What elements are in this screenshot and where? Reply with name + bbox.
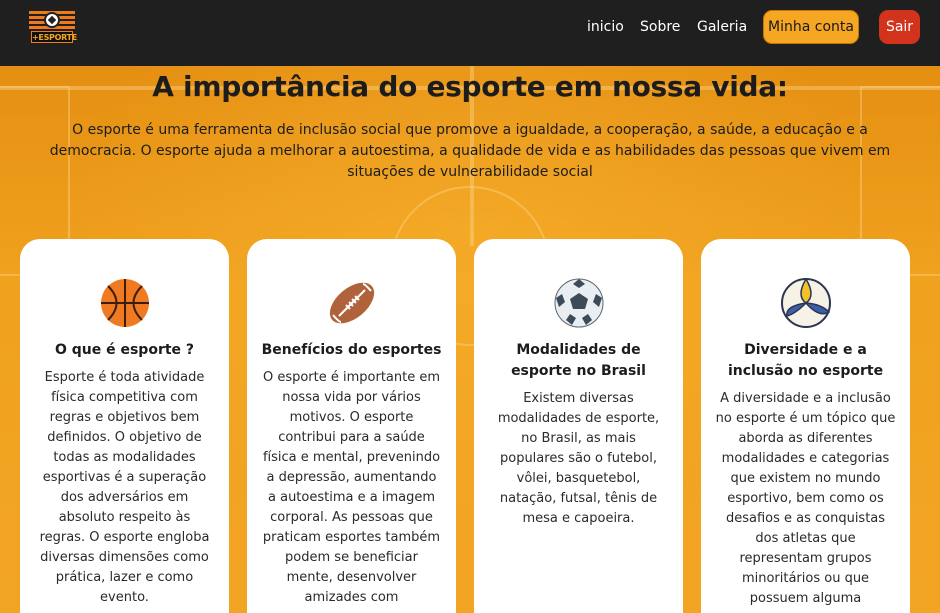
soccer-ball-icon bbox=[554, 278, 604, 328]
page-title: A importância do esporte em nossa vida: bbox=[152, 70, 788, 103]
card-title: Modalidades de esporte no Brasil bbox=[511, 342, 646, 379]
card-text: Esporte é toda atividade física competit… bbox=[39, 370, 210, 605]
site-logo[interactable]: +ESPORTE bbox=[29, 11, 77, 43]
nav-link-inicio[interactable]: inicio bbox=[587, 17, 624, 37]
account-button[interactable]: Minha conta bbox=[763, 10, 859, 44]
nav-link-sobre[interactable]: Sobre bbox=[640, 17, 680, 37]
american-football-icon bbox=[329, 282, 375, 324]
card-title: Diversidade e a inclusão no esporte bbox=[727, 342, 884, 379]
card-diversity-inclusion: Diversidade e a inclusão no esporte A di… bbox=[701, 239, 910, 613]
top-navbar: +ESPORTE inicio Sobre Galeria Minha cont… bbox=[0, 0, 940, 66]
intro-paragraph: O esporte é uma ferramenta de inclusão s… bbox=[49, 122, 891, 180]
card-title: Benefícios do esportes bbox=[261, 342, 442, 358]
soccer-ball-logo-icon bbox=[44, 12, 60, 28]
card-text: O esporte é importante em nossa vida por… bbox=[262, 370, 441, 605]
basketball-icon bbox=[101, 279, 149, 327]
card-sport-modalities: Modalidades de esporte no Brasil Existem… bbox=[474, 239, 683, 613]
card-title: O que é esporte ? bbox=[54, 342, 195, 358]
card-what-is-sport: O que é esporte ? Esporte é toda ativida… bbox=[20, 239, 229, 613]
logout-button[interactable]: Sair bbox=[879, 10, 920, 44]
volleyball-icon bbox=[781, 278, 831, 328]
logo-text: +ESPORTE bbox=[31, 31, 77, 43]
nav-link-galeria[interactable]: Galeria bbox=[697, 17, 747, 37]
card-text: Existem diversas modalidades de esporte,… bbox=[497, 391, 660, 526]
card-text: A diversidade e a inclusão no esporte é … bbox=[715, 391, 896, 606]
card-benefits: Benefícios do esportes O esporte é impor… bbox=[247, 239, 456, 613]
